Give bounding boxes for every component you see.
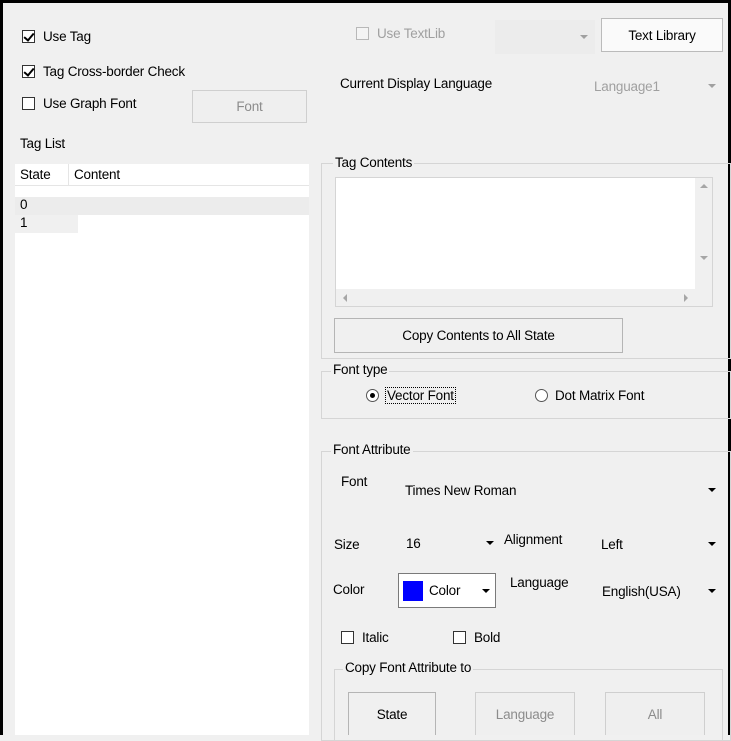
state-column-header[interactable]: State [15, 164, 69, 185]
scroll-corner [695, 289, 712, 306]
scroll-up-arrow-icon[interactable] [700, 184, 708, 188]
current-language-select[interactable]: Language1 [585, 70, 723, 102]
bold-label: Bold [474, 630, 501, 645]
scroll-down-arrow-icon[interactable] [700, 256, 708, 260]
use-textlib-label: Use TextLib [377, 26, 446, 41]
tag-contents-title: Tag Contents [333, 155, 415, 170]
text-library-button-label: Text Library [628, 27, 696, 43]
copy-to-state-button[interactable]: State [348, 692, 436, 735]
vertical-scrollbar[interactable] [695, 178, 712, 290]
font-button-label: Font [236, 99, 263, 114]
tag-list-title: Tag List [20, 136, 65, 151]
tag-cross-border-label: Tag Cross-border Check [43, 64, 185, 79]
italic-checkbox[interactable]: Italic [341, 630, 389, 645]
tag-cross-border-check-icon [22, 65, 35, 78]
size-select[interactable]: 16 [400, 528, 498, 558]
dot-matrix-font-radio-dot-icon [535, 389, 548, 402]
scroll-right-arrow-icon[interactable] [684, 294, 688, 302]
language-select[interactable]: English(USA) [596, 576, 723, 606]
copy-to-all-label: All [647, 706, 663, 722]
tag-list[interactable]: State Content 0 1 [15, 164, 309, 735]
textlib-chevron-down-icon [580, 35, 588, 39]
use-graph-font-box-icon [22, 97, 35, 110]
italic-box-icon [341, 631, 354, 644]
bold-checkbox[interactable]: Bold [453, 630, 500, 645]
use-tag-check-icon [22, 30, 35, 43]
alignment-label: Alignment [504, 532, 563, 547]
size-label: Size [334, 537, 360, 552]
scroll-left-arrow-icon[interactable] [343, 294, 347, 302]
font-select-value: Times New Roman [405, 482, 517, 498]
use-tag-label: Use Tag [43, 29, 91, 44]
bold-box-icon [453, 631, 466, 644]
copy-font-attribute-title: Copy Font Attribute to [343, 660, 474, 675]
row-state: 0 [20, 197, 28, 212]
color-swatch [403, 580, 423, 601]
use-graph-font-checkbox[interactable]: Use Graph Font [22, 96, 136, 111]
language-select-value: English(USA) [602, 583, 681, 599]
dot-matrix-font-radio[interactable]: Dot Matrix Font [535, 388, 644, 403]
window-frame-left [0, 0, 3, 735]
size-select-value: 16 [406, 535, 421, 551]
vector-font-radio-dot-icon [366, 389, 379, 402]
language-label: Language [510, 575, 569, 590]
row-state: 1 [20, 215, 28, 230]
color-label: Color [333, 582, 365, 597]
content-column-header[interactable]: Content [69, 164, 120, 185]
copy-to-all-button[interactable]: All [605, 692, 705, 735]
font-attribute-title: Font Attribute [331, 442, 413, 457]
italic-label: Italic [362, 630, 389, 645]
copy-contents-button[interactable]: Copy Contents to All State [334, 318, 623, 353]
font-label: Font [341, 474, 368, 489]
current-language-value: Language1 [594, 78, 660, 94]
font-chevron-down-icon [708, 488, 716, 492]
table-row[interactable]: 0 [15, 197, 309, 215]
use-graph-font-label: Use Graph Font [43, 96, 137, 111]
language-chevron-down-icon [708, 589, 716, 593]
dot-matrix-font-label: Dot Matrix Font [555, 388, 645, 403]
color-chevron-down-icon [482, 588, 490, 593]
size-chevron-down-icon [486, 541, 494, 545]
textlib-select[interactable] [495, 20, 595, 54]
copy-to-state-label: State [376, 706, 408, 722]
tag-contents-textarea[interactable] [335, 177, 713, 307]
color-button[interactable]: Color [398, 573, 496, 608]
font-type-title: Font type [331, 362, 390, 377]
copy-to-language-label: Language [495, 706, 555, 722]
font-select[interactable]: Times New Roman [397, 475, 723, 505]
alignment-select[interactable]: Left [594, 529, 723, 559]
current-language-chevron-down-icon [708, 84, 716, 88]
copy-to-language-button[interactable]: Language [475, 692, 575, 735]
vector-font-label: Vector Font [385, 387, 456, 404]
text-library-button[interactable]: Text Library [601, 18, 723, 52]
color-button-label: Color [429, 583, 461, 598]
vector-font-radio[interactable]: Vector Font [366, 387, 456, 404]
font-button[interactable]: Font [192, 90, 307, 123]
alignment-select-value: Left [601, 536, 623, 552]
use-textlib-checkbox[interactable]: Use TextLib [356, 26, 445, 41]
copy-contents-button-label: Copy Contents to All State [402, 328, 555, 343]
horizontal-scrollbar[interactable] [336, 289, 695, 306]
tag-list-header: State Content [15, 164, 309, 186]
use-textlib-box-icon [356, 27, 369, 40]
window-frame-top [0, 0, 731, 3]
alignment-chevron-down-icon [708, 542, 716, 546]
table-row[interactable]: 1 [15, 215, 78, 233]
tag-cross-border-checkbox[interactable]: Tag Cross-border Check [22, 64, 185, 79]
current-language-label: Current Display Language [340, 76, 493, 91]
use-tag-checkbox[interactable]: Use Tag [22, 29, 91, 44]
